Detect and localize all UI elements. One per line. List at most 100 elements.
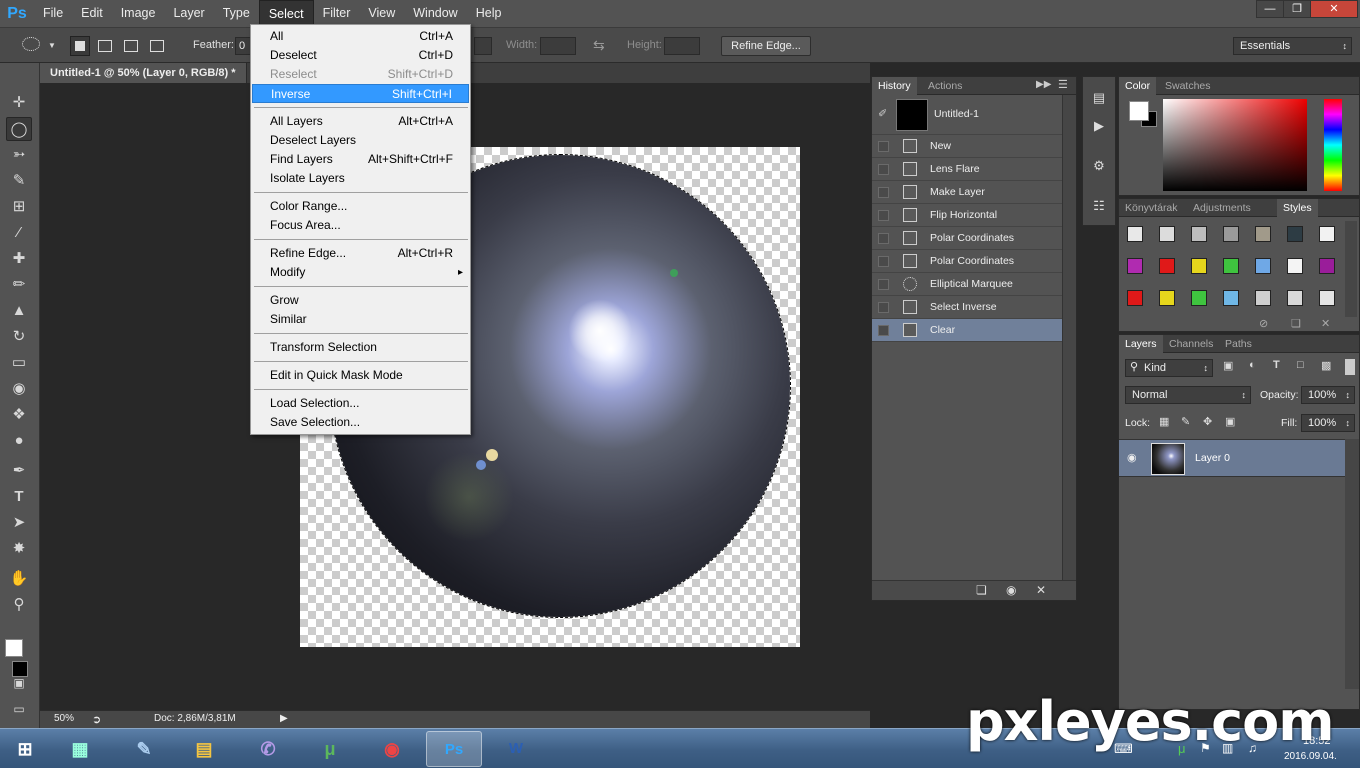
filter-type-icon[interactable]: T <box>1273 359 1280 371</box>
swap-icon[interactable]: ⇆ <box>593 37 605 54</box>
select-menu-item[interactable]: All Ctrl+A <box>252 27 469 46</box>
type-tool-icon[interactable]: T <box>6 485 32 509</box>
select-menu-item[interactable]: Load Selection... <box>252 394 469 413</box>
snapshot-camera-icon[interactable]: ◉ <box>1006 583 1016 597</box>
history-dock-icon[interactable]: ▤ <box>1088 87 1110 109</box>
blend-mode-select[interactable]: Normal <box>1125 386 1251 404</box>
style-swatch[interactable] <box>1127 226 1143 242</box>
export-icon[interactable]: ➲ <box>92 713 101 726</box>
minimize-icon[interactable]: — <box>1256 0 1284 18</box>
history-checkbox[interactable] <box>878 302 889 313</box>
select-menu-item[interactable]: Transform Selection <box>252 338 469 357</box>
style-swatch[interactable] <box>1255 226 1271 242</box>
workspace-select[interactable]: Essentials <box>1233 37 1352 55</box>
history-step[interactable]: Lens Flare <box>872 158 1062 181</box>
snapshot-brush-icon[interactable]: ✐ <box>878 107 887 120</box>
delete-style-icon[interactable]: ✕ <box>1321 317 1330 330</box>
tab-paths[interactable]: Paths <box>1219 335 1258 353</box>
select-menu-item[interactable]: Inverse Shift+Ctrl+I <box>252 84 469 103</box>
select-menu-item[interactable]: Deselect Ctrl+D <box>252 46 469 65</box>
file-explorer-icon[interactable]: ▤ <box>176 731 232 767</box>
filter-shape-icon[interactable]: □ <box>1297 359 1304 371</box>
add-to-selection-icon[interactable] <box>98 40 112 52</box>
lock-transparency-icon[interactable]: ▦ <box>1159 415 1169 428</box>
style-swatch[interactable] <box>1223 258 1239 274</box>
restore-icon[interactable]: ❐ <box>1283 0 1311 18</box>
tab-adjustments[interactable]: Adjustments <box>1187 199 1257 217</box>
chrome-icon[interactable]: ◉ <box>364 731 420 767</box>
layer-row[interactable]: ◉ Layer 0 <box>1119 439 1345 477</box>
style-swatch[interactable] <box>1159 258 1175 274</box>
history-snapshot[interactable]: ✐ Untitled-1 <box>872 95 1062 135</box>
history-checkbox[interactable] <box>878 279 889 290</box>
select-menu-item[interactable]: Edit in Quick Mask Mode <box>252 366 469 385</box>
menu-layer[interactable]: Layer <box>164 0 213 27</box>
style-swatch[interactable] <box>1287 226 1303 242</box>
menu-help[interactable]: Help <box>467 0 511 27</box>
filter-toggle[interactable] <box>1345 359 1355 375</box>
history-checkbox[interactable] <box>878 256 889 267</box>
layer-filter-select[interactable]: Kind <box>1125 359 1213 377</box>
style-swatch[interactable] <box>1223 290 1239 306</box>
select-menu-item[interactable]: Similar <box>252 310 469 329</box>
pen-tool-icon[interactable]: ✒ <box>6 459 32 483</box>
quick-mask-icon[interactable]: ▣ <box>6 671 32 695</box>
history-step[interactable]: Polar Coordinates <box>872 227 1062 250</box>
new-style-icon[interactable]: ❏ <box>1291 317 1301 330</box>
blur-tool-icon[interactable]: ❖ <box>6 403 32 427</box>
style-swatch[interactable] <box>1191 258 1207 274</box>
tool-presets-dock-icon[interactable]: ☷ <box>1088 195 1110 217</box>
utorrent-icon[interactable]: μ <box>302 731 358 767</box>
hue-slider[interactable] <box>1324 99 1342 191</box>
styles-scrollbar[interactable] <box>1345 221 1357 317</box>
new-selection-icon[interactable] <box>70 36 90 56</box>
start-button-icon[interactable]: ⊞ <box>2 731 48 767</box>
word-icon[interactable]: W <box>488 731 544 767</box>
menu-view[interactable]: View <box>359 0 404 27</box>
select-menu-item[interactable]: Save Selection... <box>252 413 469 432</box>
chevron-down-icon[interactable]: ▼ <box>48 41 56 50</box>
foreground-color-swatch[interactable] <box>5 639 23 657</box>
tab-color[interactable]: Color <box>1119 77 1157 95</box>
zoom-tool-icon[interactable]: ⚲ <box>6 593 32 617</box>
menu-select[interactable]: Select <box>258 0 314 27</box>
subtract-selection-icon[interactable] <box>124 40 138 52</box>
notes-app-icon[interactable]: ✎ <box>116 731 172 767</box>
tab-layers[interactable]: Layers <box>1119 335 1163 353</box>
height-input[interactable] <box>664 37 700 55</box>
style-swatch[interactable] <box>1127 290 1143 306</box>
style-swatch[interactable] <box>1319 290 1335 306</box>
style-swatch[interactable] <box>1191 290 1207 306</box>
history-step[interactable]: Make Layer <box>872 181 1062 204</box>
filter-adjustment-icon[interactable]: ◐ <box>1249 359 1256 371</box>
intersect-selection-icon[interactable] <box>150 40 164 52</box>
style-swatch[interactable] <box>1159 290 1175 306</box>
style-swatch[interactable] <box>1223 226 1239 242</box>
shape-tool-icon[interactable]: ✸ <box>6 537 32 561</box>
lock-pixels-icon[interactable]: ✎ <box>1181 415 1190 428</box>
style-swatch[interactable] <box>1159 226 1175 242</box>
dodge-tool-icon[interactable]: ● <box>6 429 32 453</box>
select-menu-item[interactable]: Find Layers Alt+Shift+Ctrl+F <box>252 150 469 169</box>
history-checkbox[interactable] <box>878 164 889 175</box>
paint-bucket-icon[interactable]: ◉ <box>6 377 32 401</box>
layer-name[interactable]: Layer 0 <box>1195 452 1230 464</box>
clear-style-icon[interactable]: ⊘ <box>1259 317 1268 330</box>
eye-icon[interactable]: ◉ <box>1127 451 1137 464</box>
properties-dock-icon[interactable]: ⚙ <box>1088 155 1110 177</box>
history-checkbox[interactable] <box>878 233 889 244</box>
filter-smart-icon[interactable]: ▩ <box>1321 359 1331 372</box>
menu-type[interactable]: Type <box>214 0 259 27</box>
history-step[interactable]: New <box>872 135 1062 158</box>
filter-pixel-icon[interactable]: ▣ <box>1223 359 1233 372</box>
select-menu-item[interactable]: Deselect Layers <box>252 131 469 150</box>
panel-menu-icon[interactable]: ☰ <box>1058 78 1068 91</box>
style-swatch[interactable] <box>1255 290 1271 306</box>
history-checkbox[interactable] <box>878 210 889 221</box>
stamp-tool-icon[interactable]: ▲ <box>6 299 32 323</box>
tab-konyvtarak[interactable]: Könyvtárak <box>1119 199 1184 217</box>
opacity-input[interactable]: 100% <box>1301 386 1355 404</box>
menu-filter[interactable]: Filter <box>314 0 360 27</box>
history-brush-icon[interactable]: ↻ <box>6 325 32 349</box>
close-icon[interactable]: ✕ <box>1310 0 1358 18</box>
